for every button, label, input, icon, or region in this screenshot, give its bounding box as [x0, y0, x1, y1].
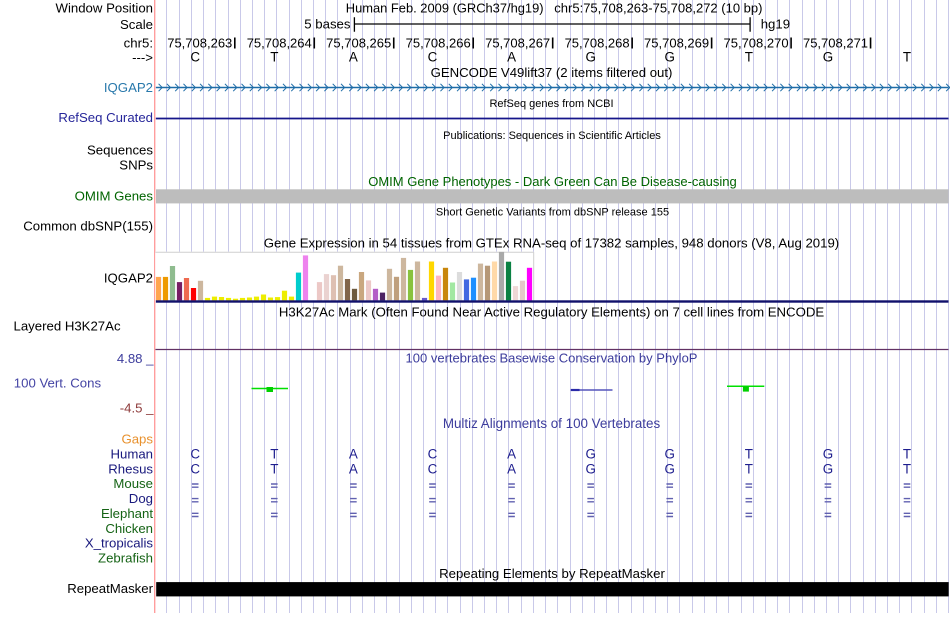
svg-text:100 Vert. Cons: 100 Vert. Cons	[14, 375, 102, 390]
svg-text:OMIM Gene Phenotypes - Dark Gr: OMIM Gene Phenotypes - Dark Green Can Be…	[368, 174, 737, 189]
svg-text:T: T	[270, 446, 278, 461]
svg-text:G: G	[585, 461, 595, 476]
svg-text:A: A	[507, 446, 516, 461]
svg-text:RepeatMasker: RepeatMasker	[67, 581, 153, 596]
svg-text:--->: --->	[132, 50, 153, 65]
svg-text:G: G	[585, 446, 595, 461]
svg-text:A: A	[349, 446, 358, 461]
svg-text:Common dbSNP(155): Common dbSNP(155)	[23, 219, 153, 234]
svg-text:75,708,266: 75,708,266	[406, 36, 471, 51]
svg-text:Elephant: Elephant	[101, 506, 153, 521]
svg-text:A: A	[507, 50, 516, 65]
svg-text:G: G	[823, 50, 833, 65]
svg-text:T: T	[270, 50, 278, 65]
svg-text:100 vertebrates Basewise Conse: 100 vertebrates Basewise Conservation by…	[406, 350, 698, 365]
svg-text:Repeating Elements by RepeatMa: Repeating Elements by RepeatMasker	[439, 566, 665, 581]
svg-text:C: C	[428, 461, 438, 476]
svg-text:Gaps: Gaps	[121, 432, 153, 447]
svg-text:G: G	[823, 461, 833, 476]
svg-text:GENCODE V49lift37 (2 items fil: GENCODE V49lift37 (2 items filtered out)	[431, 65, 673, 80]
svg-text:Scale: Scale	[120, 17, 153, 32]
svg-text:Sequences: Sequences	[87, 143, 153, 158]
svg-text:75,708,269: 75,708,269	[644, 36, 709, 51]
svg-text:A: A	[349, 50, 358, 65]
svg-text:T: T	[745, 446, 753, 461]
svg-text:IQGAP2: IQGAP2	[104, 80, 153, 95]
svg-text:Window Position: Window Position	[56, 1, 153, 16]
svg-text:X_tropicalis: X_tropicalis	[85, 536, 154, 551]
svg-text:G: G	[585, 50, 595, 65]
svg-text:SNPs: SNPs	[119, 158, 153, 173]
svg-text:Rhesus: Rhesus	[108, 461, 153, 476]
svg-text:C: C	[428, 446, 438, 461]
svg-text:Chicken: Chicken	[105, 521, 153, 536]
svg-text:75,708,268: 75,708,268	[565, 36, 630, 51]
svg-text:Multiz Alignments of 100 Verte: Multiz Alignments of 100 Vertebrates	[443, 416, 661, 431]
svg-text:4.88 _: 4.88 _	[117, 351, 154, 366]
svg-text:Zebrafish: Zebrafish	[98, 551, 153, 566]
svg-text:chr5:: chr5:	[124, 36, 153, 51]
svg-text:C: C	[190, 50, 200, 65]
svg-text:Human: Human	[110, 446, 153, 461]
svg-text:Mouse: Mouse	[113, 476, 153, 491]
svg-text:G: G	[665, 50, 675, 65]
svg-text:C: C	[190, 446, 200, 461]
svg-text:IQGAP2: IQGAP2	[104, 271, 153, 286]
svg-text:Layered H3K27Ac: Layered H3K27Ac	[14, 318, 121, 333]
svg-text:C: C	[190, 461, 200, 476]
svg-text:G: G	[665, 446, 675, 461]
svg-text:T: T	[270, 461, 278, 476]
svg-text:Human Feb. 2009 (GRCh37/hg19): Human Feb. 2009 (GRCh37/hg19)	[346, 0, 544, 15]
svg-text:Gene Expression in 54 tissues: Gene Expression in 54 tissues from GTEx …	[264, 236, 839, 251]
svg-text:hg19: hg19	[761, 17, 790, 32]
svg-text:G: G	[823, 446, 833, 461]
svg-text:75,708,267: 75,708,267	[485, 36, 550, 51]
svg-text:-4.5 _: -4.5 _	[120, 400, 154, 415]
svg-text:75,708,264: 75,708,264	[247, 36, 312, 51]
svg-text:T: T	[903, 446, 911, 461]
svg-text:RefSeq Curated: RefSeq Curated	[58, 110, 153, 125]
svg-text:G: G	[665, 461, 675, 476]
svg-text:OMIM Genes: OMIM Genes	[75, 189, 154, 204]
svg-text:Publications: Sequences in Sci: Publications: Sequences in Scientific Ar…	[443, 130, 661, 142]
svg-text:75,708,263: 75,708,263	[167, 36, 232, 51]
svg-text:T: T	[903, 50, 911, 65]
svg-text:T: T	[903, 461, 911, 476]
svg-text:chr5:75,708,263-75,708,272 (10: chr5:75,708,263-75,708,272 (10 bp)	[554, 0, 762, 15]
svg-text:H3K27Ac Mark (Often Found Near: H3K27Ac Mark (Often Found Near Active Re…	[279, 305, 825, 320]
svg-text:T: T	[745, 50, 753, 65]
svg-text:Dog: Dog	[129, 491, 153, 506]
svg-text:A: A	[349, 461, 358, 476]
svg-text:RefSeq genes from NCBI: RefSeq genes from NCBI	[489, 98, 613, 110]
svg-text:A: A	[507, 461, 516, 476]
svg-text:Short Genetic Variants from db: Short Genetic Variants from dbSNP releas…	[436, 206, 669, 218]
svg-text:5 bases: 5 bases	[304, 17, 351, 32]
svg-text:75,708,270: 75,708,270	[724, 36, 789, 51]
svg-text:75,708,271: 75,708,271	[803, 36, 868, 51]
svg-text:C: C	[428, 50, 438, 65]
svg-text:75,708,265: 75,708,265	[326, 36, 391, 51]
svg-text:T: T	[745, 461, 753, 476]
